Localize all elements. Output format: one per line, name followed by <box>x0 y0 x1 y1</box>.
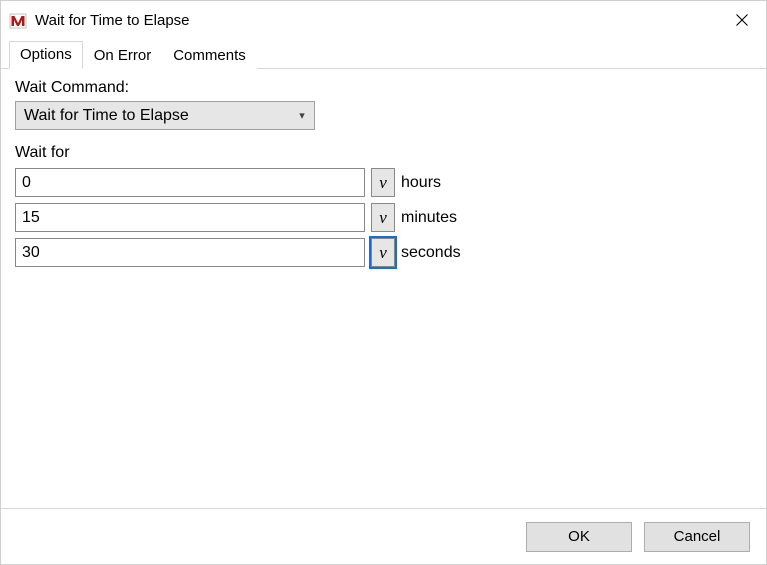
ok-button[interactable]: OK <box>526 522 632 552</box>
variable-button-hours[interactable]: v <box>371 168 395 197</box>
titlebar: Wait for Time to Elapse <box>1 1 766 39</box>
wait-row-hours: v hours <box>15 168 752 197</box>
wait-for-grid: v hours v minutes v seconds <box>15 168 752 267</box>
window-title: Wait for Time to Elapse <box>35 12 718 29</box>
variable-button-seconds[interactable]: v <box>371 238 395 267</box>
hours-input[interactable] <box>15 168 365 197</box>
tab-options[interactable]: Options <box>9 41 83 69</box>
hours-unit-label: hours <box>401 174 441 192</box>
cancel-button[interactable]: Cancel <box>644 522 750 552</box>
wait-command-selected: Wait for Time to Elapse <box>24 107 294 125</box>
tab-panel-options: Wait Command: Wait for Time to Elapse ▾ … <box>1 69 766 508</box>
variable-button-minutes[interactable]: v <box>371 203 395 232</box>
wait-row-minutes: v minutes <box>15 203 752 232</box>
close-button[interactable] <box>718 1 766 39</box>
seconds-unit-label: seconds <box>401 244 461 262</box>
tab-comments[interactable]: Comments <box>162 42 257 69</box>
minutes-unit-label: minutes <box>401 209 457 227</box>
app-icon <box>9 11 27 29</box>
wait-command-dropdown[interactable]: Wait for Time to Elapse ▾ <box>15 101 315 130</box>
tab-bar: Options On Error Comments <box>1 39 766 69</box>
minutes-input[interactable] <box>15 203 365 232</box>
wait-row-seconds: v seconds <box>15 238 752 267</box>
chevron-down-icon: ▾ <box>294 109 310 122</box>
wait-for-label: Wait for <box>15 144 752 162</box>
tab-on-error[interactable]: On Error <box>83 42 163 69</box>
wait-command-label: Wait Command: <box>15 79 752 97</box>
dialog-button-bar: OK Cancel <box>1 508 766 564</box>
close-icon <box>736 14 748 26</box>
dialog-window: Wait for Time to Elapse Options On Error… <box>0 0 767 565</box>
seconds-input[interactable] <box>15 238 365 267</box>
